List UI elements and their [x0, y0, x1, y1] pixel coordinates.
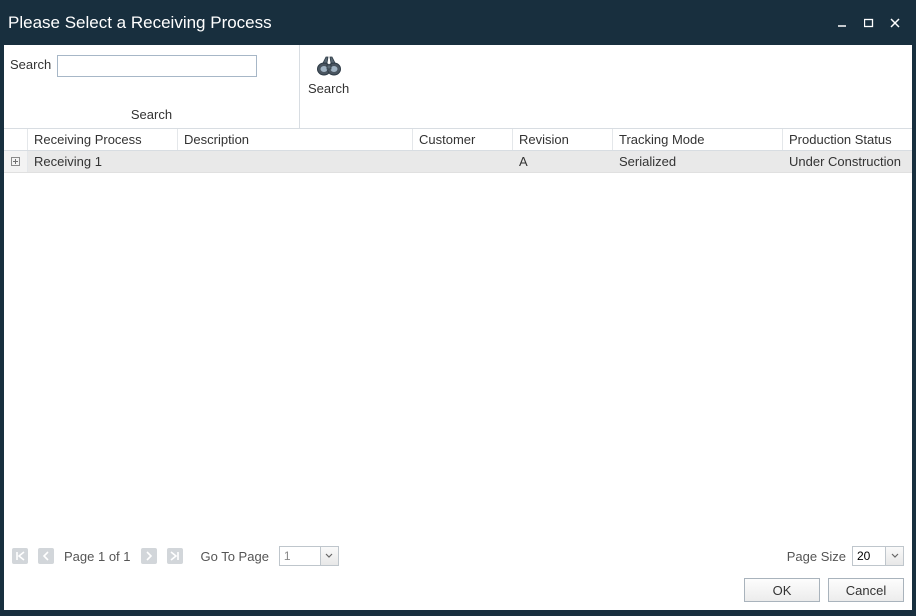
minimize-button[interactable]	[837, 17, 849, 29]
pager-left: Page 1 of 1 Go To Page	[12, 546, 339, 566]
pagesize-input[interactable]	[852, 546, 886, 566]
pagesize-dropdown-button[interactable]	[886, 546, 904, 566]
expand-cell[interactable]	[4, 151, 28, 172]
cell-description	[178, 151, 413, 172]
column-header-revision[interactable]: Revision	[513, 129, 613, 150]
search-button[interactable]: Search	[308, 53, 349, 96]
search-label: Search	[10, 55, 51, 72]
close-button[interactable]	[889, 17, 901, 29]
last-page-button[interactable]	[167, 548, 183, 564]
column-header-receiving-process[interactable]: Receiving Process	[28, 129, 178, 150]
column-header-tracking-mode[interactable]: Tracking Mode	[613, 129, 783, 150]
column-header-description[interactable]: Description	[178, 129, 413, 150]
plus-icon	[11, 157, 20, 166]
cell-customer	[413, 151, 513, 172]
pager: Page 1 of 1 Go To Page Page Size	[4, 540, 912, 572]
column-header-production-status[interactable]: Production Status	[783, 129, 912, 150]
prev-page-button[interactable]	[38, 548, 54, 564]
window-title: Please Select a Receiving Process	[8, 13, 272, 33]
cancel-button[interactable]: Cancel	[828, 578, 904, 602]
ok-button[interactable]: OK	[744, 578, 820, 602]
search-button-label: Search	[308, 81, 349, 96]
binoculars-icon	[315, 53, 343, 79]
chevron-down-icon	[325, 553, 333, 559]
cell-production-status: Under Construction	[783, 151, 912, 172]
cell-tracking-mode: Serialized	[613, 151, 783, 172]
next-page-button[interactable]	[141, 548, 157, 564]
client-area: Search Search	[4, 45, 912, 610]
cell-revision: A	[513, 151, 613, 172]
pager-right: Page Size	[787, 546, 904, 566]
column-header-customer[interactable]: Customer	[413, 129, 513, 150]
goto-page-input[interactable]	[279, 546, 321, 566]
goto-label: Go To Page	[201, 549, 269, 564]
dialog-window: Please Select a Receiving Process Search…	[0, 0, 916, 616]
expand-header	[4, 129, 28, 150]
results-grid: Receiving Process Description Customer R…	[4, 128, 912, 540]
grid-header: Receiving Process Description Customer R…	[4, 129, 912, 151]
titlebar: Please Select a Receiving Process	[0, 0, 916, 45]
dialog-footer: OK Cancel	[4, 572, 912, 610]
page-info: Page 1 of 1	[64, 549, 131, 564]
pagesize-label: Page Size	[787, 549, 846, 564]
goto-dropdown-button[interactable]	[321, 546, 339, 566]
table-row[interactable]: Receiving 1 A Serialized Under Construct…	[4, 151, 912, 173]
search-tab[interactable]: Search	[4, 107, 299, 122]
first-page-button[interactable]	[12, 548, 28, 564]
search-input[interactable]	[57, 55, 257, 77]
chevron-down-icon	[891, 553, 899, 559]
maximize-button[interactable]	[863, 17, 875, 29]
grid-body: Receiving 1 A Serialized Under Construct…	[4, 151, 912, 540]
search-panel: Search Search	[4, 45, 300, 128]
cell-receiving-process: Receiving 1	[28, 151, 178, 172]
window-controls	[837, 17, 901, 29]
